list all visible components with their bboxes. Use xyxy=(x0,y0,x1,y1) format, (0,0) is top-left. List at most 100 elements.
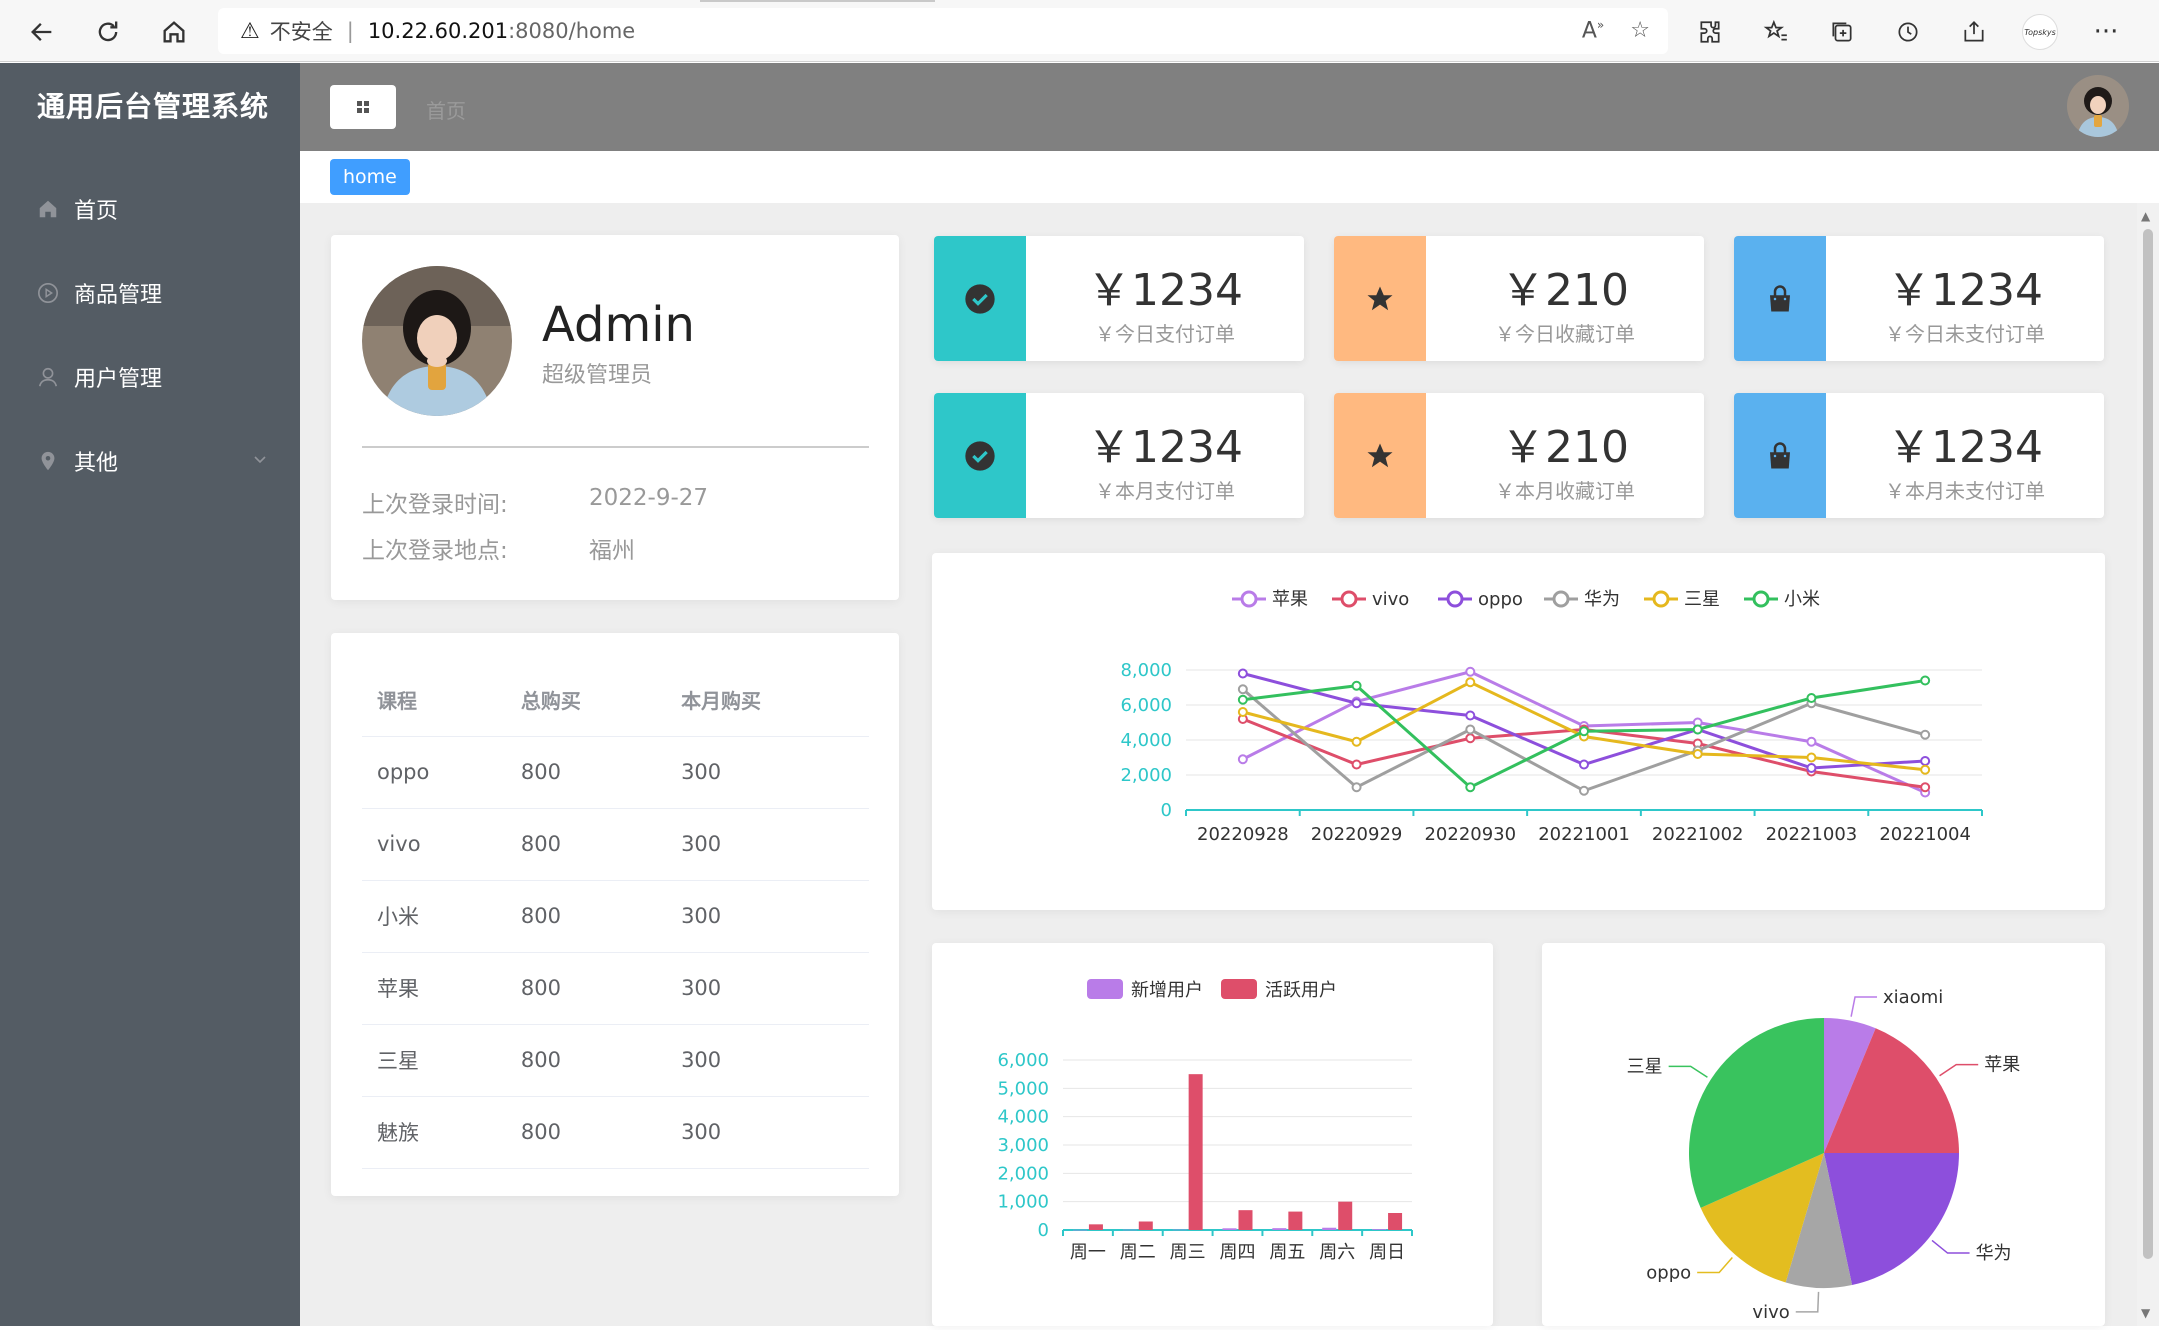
y-tick-label: 4,000 xyxy=(997,1107,1049,1128)
star-icon xyxy=(1367,443,1393,467)
sidebar: 通用后台管理系统 首页 商品管理 用户管理 其他 xyxy=(0,63,300,1326)
data-point xyxy=(1465,666,1476,677)
stat-card-month-unpaid: ￥1234 ￥本月未支付订单 xyxy=(1734,393,2104,518)
stat-icon-box xyxy=(934,236,1026,361)
stat-label: ￥今日未支付订单 xyxy=(1885,322,2045,346)
table-header: 课程 xyxy=(362,664,506,737)
x-tick-label: 20221001 xyxy=(1538,824,1630,845)
sidebar-item-home[interactable]: 首页 xyxy=(0,167,300,251)
x-tick-label: 周四 xyxy=(1220,1242,1256,1263)
address-bar[interactable]: ⚠ 不安全 | 10.22.60.201 :8080/home A» ☆ xyxy=(218,8,1668,54)
x-tick-label: 20221002 xyxy=(1652,824,1744,845)
add-favorite-icon[interactable]: ☆ xyxy=(1630,18,1650,43)
bar xyxy=(1372,1229,1387,1230)
table-row: 小米 800 300 xyxy=(362,880,869,953)
bar xyxy=(1272,1228,1287,1230)
y-tick-label: 4,000 xyxy=(1120,730,1172,751)
table-header: 本月购买 xyxy=(666,664,869,737)
table-cell: 800 xyxy=(505,880,667,953)
stat-card-today-unpaid: ￥1234 ￥今日未支付订单 xyxy=(1734,236,2104,361)
bar xyxy=(1072,1229,1087,1231)
divider xyxy=(362,446,869,448)
extensions-icon[interactable] xyxy=(1690,12,1730,52)
legend-swatch-dot xyxy=(1752,590,1770,608)
sidebar-item-label: 用户管理 xyxy=(74,367,163,392)
scrollbar-thumb[interactable] xyxy=(2143,229,2153,1259)
data-point xyxy=(1920,675,1931,686)
scroll-up-icon[interactable]: ▲ xyxy=(2141,209,2150,223)
pie-label: 华为 xyxy=(1976,1243,2012,1264)
url-separator: | xyxy=(346,19,354,43)
data-point xyxy=(1351,736,1362,747)
line-chart: 0 2,000 4,000 6,000 8,000 20220928 20220929 202… xyxy=(1120,589,1983,845)
table-cell: 800 xyxy=(505,808,667,881)
data-point xyxy=(1465,710,1476,721)
breadcrumb[interactable]: 首页 xyxy=(426,95,466,124)
home-outline-icon xyxy=(163,21,185,43)
chevron-down-icon xyxy=(252,449,268,474)
back-button[interactable] xyxy=(22,12,62,52)
bar xyxy=(1222,1228,1237,1230)
user-avatar xyxy=(362,266,512,416)
user-name: Admin xyxy=(542,297,695,353)
history-icon[interactable] xyxy=(1888,12,1928,52)
collections-icon[interactable] xyxy=(1822,12,1862,52)
refresh-button[interactable] xyxy=(88,12,128,52)
menu-toggle-button[interactable] xyxy=(330,85,396,129)
favorites-icon[interactable] xyxy=(1756,12,1796,52)
bar-chart: 01,0002,0003,0004,0005,0006,000周一 周二 周三 周四周… xyxy=(997,979,1413,1263)
table-cell: 300 xyxy=(666,736,869,809)
tag-home[interactable]: home xyxy=(330,159,410,195)
table-cell: 魅族 xyxy=(362,1096,506,1169)
x-tick-label: 20221003 xyxy=(1766,824,1858,845)
legend-label: 活跃用户 xyxy=(1265,980,1337,1001)
table-row: 苹果 800 300 xyxy=(362,952,869,1025)
table-cell: 800 xyxy=(505,1024,667,1097)
table-cell: 800 xyxy=(505,952,667,1025)
table-row: oppo 800 300 xyxy=(362,736,869,809)
purchase-table: 课程 总购买 本月购买 oppo 800 300 vivo 800 300 小米 800 3… xyxy=(362,664,869,1169)
legend-swatch-dot xyxy=(1240,590,1258,608)
tags-bar: home xyxy=(300,151,2159,203)
user-icon xyxy=(36,365,60,389)
data-point xyxy=(1920,729,1931,740)
pie-label-line xyxy=(1931,1239,1970,1254)
pie-label: 苹果 xyxy=(1984,1055,2020,1076)
sidebar-item-goods[interactable]: 商品管理 xyxy=(0,251,300,335)
share-icon[interactable] xyxy=(1954,12,1994,52)
last-login-time-value: 2022-9-27 xyxy=(589,485,709,511)
browser-toolbar: ⚠ 不安全 | 10.22.60.201 :8080/home A» ☆ Top… xyxy=(0,0,2159,62)
table-row: vivo 800 300 xyxy=(362,808,869,881)
more-options-icon[interactable]: ··· xyxy=(2086,12,2126,52)
y-tick-label: 1,000 xyxy=(997,1192,1049,1213)
scroll-down-icon[interactable]: ▼ xyxy=(2141,1306,2150,1320)
data-point xyxy=(1351,680,1362,691)
pie-label-line xyxy=(1697,1257,1733,1274)
app-title: 通用后台管理系统 xyxy=(37,90,270,123)
play-circle-icon xyxy=(36,281,60,305)
home-button[interactable] xyxy=(154,12,194,52)
shopping-bag-icon xyxy=(1770,284,1790,311)
avatar[interactable] xyxy=(2067,75,2129,137)
bar xyxy=(1338,1201,1353,1230)
x-tick-label: 20221004 xyxy=(1879,824,1971,845)
read-aloud-icon[interactable]: A» xyxy=(1582,18,1604,43)
y-tick-label: 6,000 xyxy=(997,1050,1049,1071)
pie-label-line xyxy=(1939,1063,1979,1077)
insecure-label: 不安全 xyxy=(269,20,333,44)
purchase-table-card: 课程 总购买 本月购买 oppo 800 300 vivo 800 300 小米 800 3… xyxy=(331,633,899,1196)
sidebar-item-users[interactable]: 用户管理 xyxy=(0,335,300,419)
data-point xyxy=(1579,759,1589,770)
profile-label: Topskys xyxy=(2022,14,2058,50)
bar xyxy=(1088,1224,1103,1230)
refresh-icon xyxy=(98,21,118,42)
data-point xyxy=(1920,782,1931,793)
x-tick-label: 20220928 xyxy=(1197,824,1289,845)
x-tick-label: 20220929 xyxy=(1311,824,1403,845)
pie-label: oppo xyxy=(1646,1263,1691,1284)
check-circle-icon xyxy=(965,283,995,314)
scrollbar[interactable]: ▲ ▼ xyxy=(2137,203,2159,1326)
data-point xyxy=(1465,724,1476,735)
profile-button[interactable]: Topskys xyxy=(2020,12,2060,52)
sidebar-item-other[interactable]: 其他 xyxy=(0,419,300,503)
